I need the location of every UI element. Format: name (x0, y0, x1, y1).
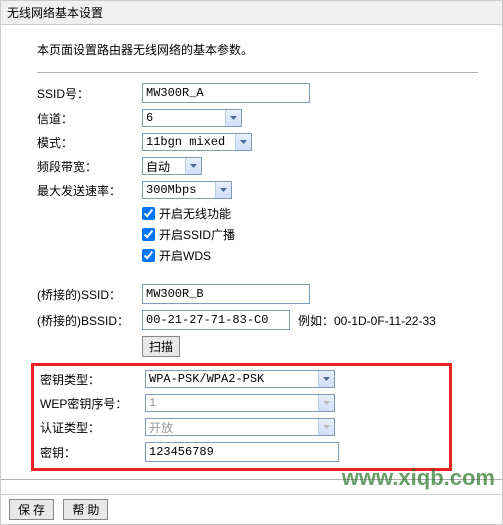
enable-wireless-label: 开启无线功能 (159, 205, 231, 222)
chevron-down-icon (225, 110, 241, 126)
enable-ssid-broadcast-checkbox[interactable] (142, 228, 155, 241)
auth-type-select: 开放 (145, 418, 335, 436)
maxrate-select[interactable]: 300Mbps (142, 181, 232, 199)
help-button[interactable]: 帮 助 (63, 499, 108, 520)
chevron-down-icon (185, 158, 201, 174)
button-bar: 保 存 帮 助 (0, 495, 503, 525)
bridge-ssid-label: (桥接的)SSID： (37, 286, 142, 303)
mode-label: 模式： (37, 134, 142, 151)
highlight-box: 密钥类型： WPA-PSK/WPA2-PSK WEP密钥序号： 1 认证类型： (31, 363, 452, 471)
bandwidth-label: 频段带宽： (37, 158, 142, 175)
auth-type-label: 认证类型： (40, 419, 145, 436)
bridge-bssid-label: (桥接的)BSSID： (37, 312, 142, 329)
channel-label: 信道： (37, 110, 142, 127)
bridge-ssid-input[interactable] (142, 284, 310, 304)
enable-ssid-broadcast-label: 开启SSID广播 (159, 226, 235, 243)
bridge-bssid-input[interactable] (142, 310, 290, 330)
enable-wds-checkbox[interactable] (142, 249, 155, 262)
save-button[interactable]: 保 存 (9, 499, 54, 520)
wep-index-label: WEP密钥序号： (40, 395, 145, 412)
divider (1, 479, 502, 480)
ssid-input[interactable] (142, 83, 310, 103)
chevron-down-icon (318, 419, 334, 435)
mode-select[interactable]: 11bgn mixed (142, 133, 252, 151)
key-input[interactable] (145, 442, 339, 462)
scan-button[interactable]: 扫描 (142, 336, 180, 357)
chevron-down-icon (215, 182, 231, 198)
content-area: 本页面设置路由器无线网络的基本参数。 SSID号： 信道： 6 模式： 11bg… (0, 25, 503, 495)
wep-index-select: 1 (145, 394, 335, 412)
key-label: 密钥： (40, 444, 145, 461)
chevron-down-icon (318, 395, 334, 411)
chevron-down-icon (318, 371, 334, 387)
key-type-select[interactable]: WPA-PSK/WPA2-PSK (145, 370, 335, 388)
maxrate-label: 最大发送速率： (37, 182, 142, 199)
bssid-example-text: 例如：00-1D-0F-11-22-33 (298, 312, 436, 329)
chevron-down-icon (235, 134, 251, 150)
divider (37, 72, 478, 73)
enable-wireless-checkbox[interactable] (142, 207, 155, 220)
bandwidth-select[interactable]: 自动 (142, 157, 202, 175)
enable-wds-label: 开启WDS (159, 247, 211, 264)
channel-select[interactable]: 6 (142, 109, 242, 127)
key-type-label: 密钥类型： (40, 371, 145, 388)
ssid-label: SSID号： (37, 85, 142, 102)
description-text: 本页面设置路由器无线网络的基本参数。 (37, 41, 478, 58)
panel-title: 无线网络基本设置 (0, 0, 503, 25)
